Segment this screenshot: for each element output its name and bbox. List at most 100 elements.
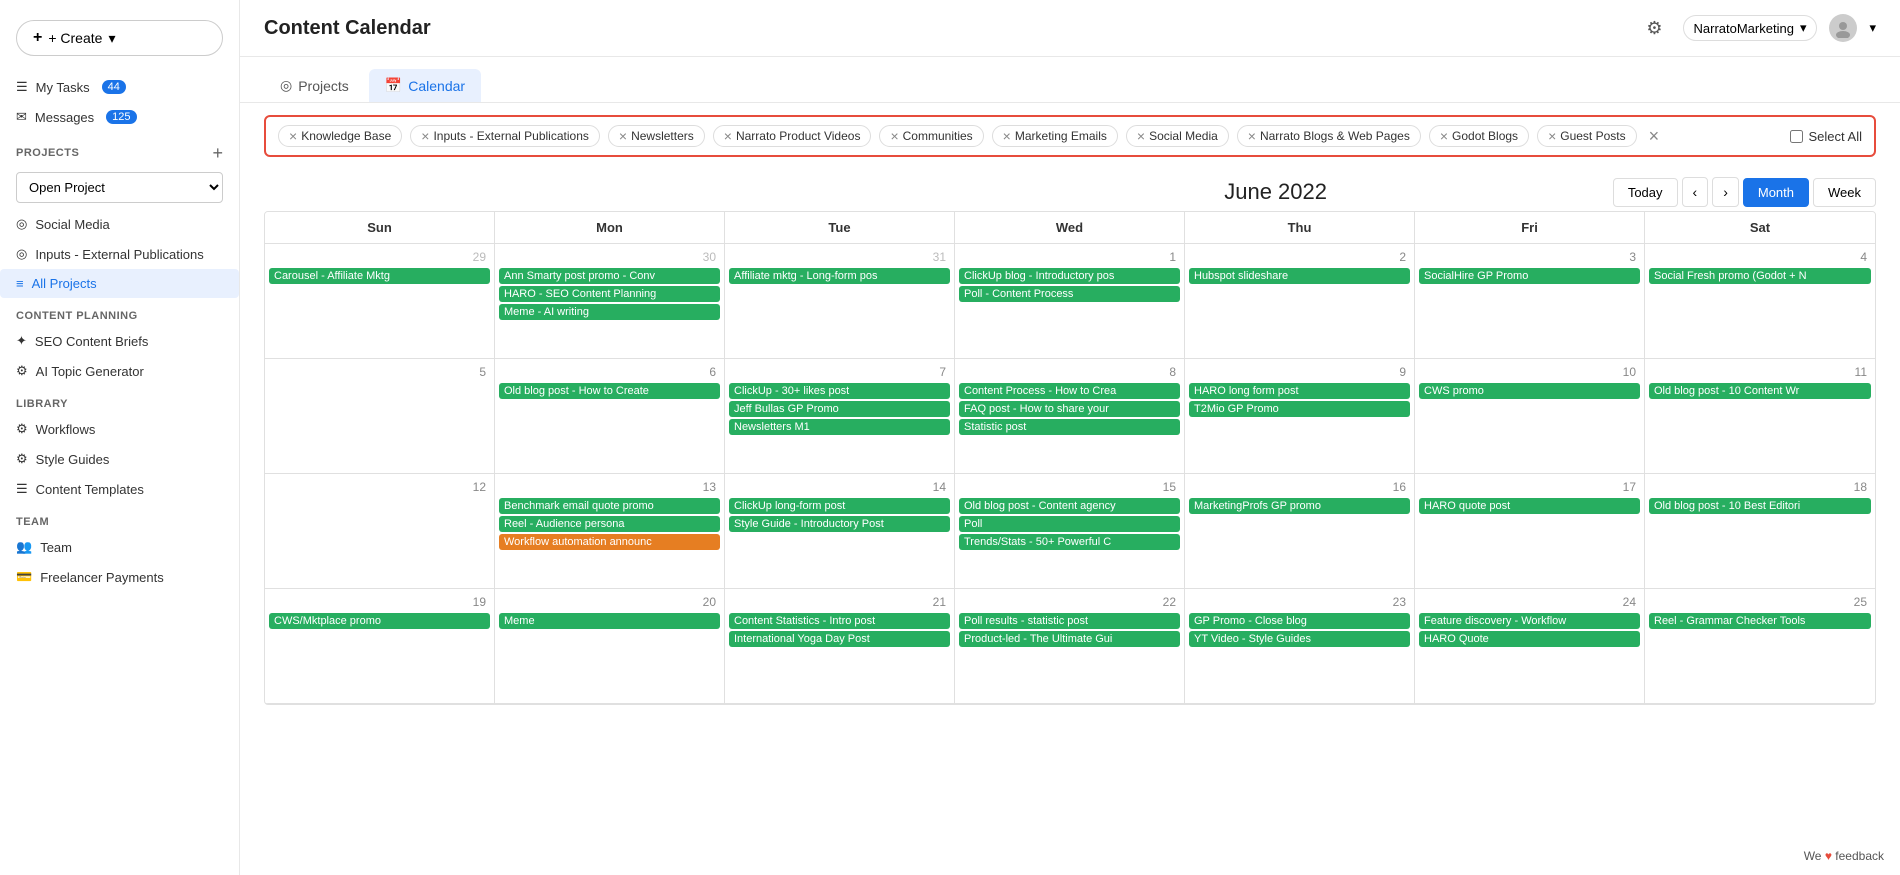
cal-event-r2c6e0[interactable]: Old blog post - 10 Best Editori <box>1649 498 1871 514</box>
filter-remove-icon-2[interactable]: × <box>619 129 627 143</box>
open-project-select[interactable]: Open Project <box>16 172 223 203</box>
cal-event-r3c2e1[interactable]: International Yoga Day Post <box>729 631 950 647</box>
filter-remove-icon-3[interactable]: × <box>724 129 732 143</box>
sidebar-item-freelancer-payments[interactable]: 💳 Freelancer Payments <box>0 562 239 592</box>
select-all-checkbox[interactable] <box>1790 130 1803 143</box>
sidebar-item-all-projects[interactable]: ≡ All Projects <box>0 269 239 298</box>
filter-remove-icon-8[interactable]: × <box>1440 129 1448 143</box>
cal-date: 9 <box>1189 363 1410 381</box>
cal-date: 3 <box>1419 248 1640 266</box>
team-icon: 👥 <box>16 539 32 555</box>
create-button[interactable]: + + Create ▾ <box>16 20 223 56</box>
sidebar-item-ai-topic[interactable]: ⚙ AI Topic Generator <box>0 356 239 386</box>
cal-event-r2c1e2[interactable]: Workflow automation announc <box>499 534 720 550</box>
cal-event-r1c2e1[interactable]: Jeff Bullas GP Promo <box>729 401 950 417</box>
cal-event-r1c2e2[interactable]: Newsletters M1 <box>729 419 950 435</box>
filter-remove-icon-7[interactable]: × <box>1248 129 1256 143</box>
cal-event-r0c5e0[interactable]: SocialHire GP Promo <box>1419 268 1640 284</box>
filter-remove-icon-5[interactable]: × <box>1003 129 1011 143</box>
cal-event-r3c4e1[interactable]: YT Video - Style Guides <box>1189 631 1410 647</box>
cal-date: 7 <box>729 363 950 381</box>
cal-cell-r1c3: 8Content Process - How to CreaFAQ post -… <box>955 359 1185 474</box>
filter-remove-icon-4[interactable]: × <box>890 129 898 143</box>
cal-event-r1c3e1[interactable]: FAQ post - How to share your <box>959 401 1180 417</box>
sidebar-item-workflows[interactable]: ⚙ Workflows <box>0 414 239 444</box>
avatar[interactable] <box>1829 14 1857 42</box>
filter-tag-0: ×Knowledge Base <box>278 125 402 147</box>
select-all-label: Select All <box>1809 129 1862 144</box>
user-dropdown[interactable]: NarratoMarketing ▾ <box>1683 15 1818 41</box>
cal-event-r1c4e1[interactable]: T2Mio GP Promo <box>1189 401 1410 417</box>
calendar-body: 29Carousel - Affiliate Mktg30Ann Smarty … <box>265 244 1875 704</box>
cal-event-r3c4e0[interactable]: GP Promo - Close blog <box>1189 613 1410 629</box>
cal-event-r2c2e0[interactable]: ClickUp long-form post <box>729 498 950 514</box>
sidebar-item-inputs-external[interactable]: ◎ Inputs - External Publications <box>0 239 239 269</box>
cal-event-r3c2e0[interactable]: Content Statistics - Intro post <box>729 613 950 629</box>
cal-event-r2c5e0[interactable]: HARO quote post <box>1419 498 1640 514</box>
sidebar: + + Create ▾ ☰ My Tasks 44 ✉ Messages 12… <box>0 0 240 875</box>
cal-event-r2c2e1[interactable]: Style Guide - Introductory Post <box>729 516 950 532</box>
cal-event-r2c3e1[interactable]: Poll <box>959 516 1180 532</box>
sidebar-item-style-guides[interactable]: ⚙ Style Guides <box>0 444 239 474</box>
settings-icon[interactable]: ⚙ <box>1639 12 1671 44</box>
filter-remove-icon-9[interactable]: × <box>1548 129 1556 143</box>
cal-event-r0c1e0[interactable]: Ann Smarty post promo - Conv <box>499 268 720 284</box>
cal-event-r0c6e0[interactable]: Social Fresh promo (Godot + N <box>1649 268 1871 284</box>
cal-event-r3c3e1[interactable]: Product-led - The Ultimate Gui <box>959 631 1180 647</box>
filter-close-all[interactable]: × <box>1649 126 1660 147</box>
cal-event-r0c3e0[interactable]: ClickUp blog - Introductory pos <box>959 268 1180 284</box>
cal-event-r0c1e1[interactable]: HARO - SEO Content Planning <box>499 286 720 302</box>
today-button[interactable]: Today <box>1613 178 1678 207</box>
sidebar-item-team[interactable]: 👥 Team <box>0 532 239 562</box>
cal-event-r1c3e2[interactable]: Statistic post <box>959 419 1180 435</box>
prev-button[interactable]: ‹ <box>1682 177 1709 207</box>
cal-event-r2c1e1[interactable]: Reel - Audience persona <box>499 516 720 532</box>
sidebar-item-content-templates[interactable]: ☰ Content Templates <box>0 474 239 504</box>
next-button[interactable]: › <box>1712 177 1739 207</box>
cal-date: 22 <box>959 593 1180 611</box>
chevron-down-icon: ▾ <box>108 30 115 47</box>
cal-event-r2c3e0[interactable]: Old blog post - Content agency <box>959 498 1180 514</box>
cal-event-r1c1e0[interactable]: Old blog post - How to Create <box>499 383 720 399</box>
cal-date: 10 <box>1419 363 1640 381</box>
cal-event-r2c1e0[interactable]: Benchmark email quote promo <box>499 498 720 514</box>
cal-event-r2c4e0[interactable]: MarketingProfs GP promo <box>1189 498 1410 514</box>
cal-event-r3c0e0[interactable]: CWS/Mktplace promo <box>269 613 490 629</box>
filter-remove-icon-1[interactable]: × <box>421 129 429 143</box>
cal-header-tue: Tue <box>725 212 955 244</box>
cal-event-r3c5e0[interactable]: Feature discovery - Workflow <box>1419 613 1640 629</box>
cal-date: 2 <box>1189 248 1410 266</box>
add-project-icon[interactable]: + <box>212 144 223 162</box>
feedback-text: We <box>1804 849 1822 863</box>
cal-event-r3c5e1[interactable]: HARO Quote <box>1419 631 1640 647</box>
cal-date: 31 <box>729 248 950 266</box>
select-all-wrap[interactable]: Select All <box>1790 129 1862 144</box>
cal-event-r0c2e0[interactable]: Affiliate mktg - Long-form pos <box>729 268 950 284</box>
sidebar-item-seo-briefs[interactable]: ✦ SEO Content Briefs <box>0 326 239 356</box>
cal-event-r3c6e0[interactable]: Reel - Grammar Checker Tools <box>1649 613 1871 629</box>
cal-event-r1c3e0[interactable]: Content Process - How to Crea <box>959 383 1180 399</box>
content-planning-section-label: CONTENT PLANNING <box>0 298 239 326</box>
month-button[interactable]: Month <box>1743 178 1809 207</box>
sidebar-item-social-media[interactable]: ◎ Social Media <box>0 209 239 239</box>
cal-event-r1c2e0[interactable]: ClickUp - 30+ likes post <box>729 383 950 399</box>
cal-event-r3c1e0[interactable]: Meme <box>499 613 720 629</box>
tab-projects[interactable]: ◎ Projects <box>264 69 365 102</box>
sidebar-item-my-tasks[interactable]: ☰ My Tasks 44 <box>0 72 239 102</box>
cal-event-r0c1e2[interactable]: Meme - AI writing <box>499 304 720 320</box>
sidebar-item-messages[interactable]: ✉ Messages 125 <box>0 102 239 132</box>
filter-remove-icon-6[interactable]: × <box>1137 129 1145 143</box>
calendar-header: SunMonTueWedThuFriSat <box>265 212 1875 244</box>
cal-event-r0c4e0[interactable]: Hubspot slideshare <box>1189 268 1410 284</box>
week-button[interactable]: Week <box>1813 178 1876 207</box>
cal-event-r1c6e0[interactable]: Old blog post - 10 Content Wr <box>1649 383 1871 399</box>
cal-event-r1c4e0[interactable]: HARO long form post <box>1189 383 1410 399</box>
cal-event-r2c3e2[interactable]: Trends/Stats - 50+ Powerful C <box>959 534 1180 550</box>
tab-calendar[interactable]: 📅 Calendar <box>369 69 481 102</box>
cal-event-r0c0e0[interactable]: Carousel - Affiliate Mktg <box>269 268 490 284</box>
filter-remove-icon-0[interactable]: × <box>289 129 297 143</box>
cal-event-r3c3e0[interactable]: Poll results - statistic post <box>959 613 1180 629</box>
cal-cell-r2c0: 12 <box>265 474 495 589</box>
cal-event-r0c3e1[interactable]: Poll - Content Process <box>959 286 1180 302</box>
cal-event-r1c5e0[interactable]: CWS promo <box>1419 383 1640 399</box>
